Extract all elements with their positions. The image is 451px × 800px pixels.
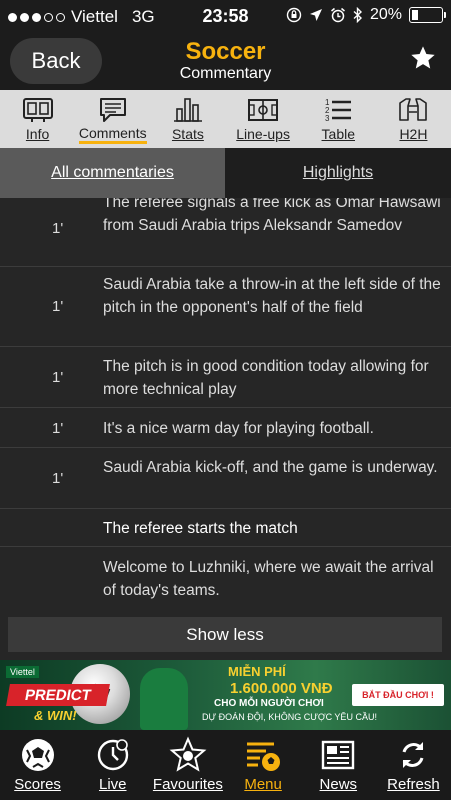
nav-live[interactable]: Live <box>75 730 150 800</box>
orientation-lock-icon <box>286 7 302 23</box>
ad-per-player: CHO MỖI NGƯỜI CHƠI <box>214 698 324 709</box>
commentary-filter: All commentaries Highlights <box>0 148 451 198</box>
nav-label: Scores <box>14 776 61 793</box>
status-bar: Viettel 3G 23:58 20% <box>0 0 451 32</box>
comment-text: The referee signals a free kick as Omar … <box>103 198 441 234</box>
all-commentaries-tab[interactable]: All commentaries <box>0 148 225 198</box>
list-item: 1' It's a nice warm day for playing foot… <box>0 408 451 448</box>
bluetooth-icon <box>353 7 362 23</box>
bottom-nav: Scores Live Favourites Menu News Refresh <box>0 730 451 800</box>
comment-text: Saudi Arabia kick-off, and the game is u… <box>103 459 438 476</box>
player-graphic <box>140 668 188 730</box>
tab-label: Info <box>25 126 50 142</box>
tab-label: Stats <box>171 126 204 142</box>
tab-info[interactable]: Info <box>0 90 75 148</box>
nav-label: Refresh <box>387 776 440 793</box>
list-item: The referee starts the match <box>0 509 451 547</box>
list-item: 1' Saudi Arabia kick-off, and the game i… <box>0 448 451 509</box>
jerseys-icon <box>399 98 428 121</box>
pitch-icon <box>248 99 279 121</box>
match-tabs: Info Comments Stats Line-ups 123 Table H… <box>0 90 451 148</box>
comment-text: Welcome to Luzhniki, where we await the … <box>103 559 434 599</box>
commentary-list[interactable]: 1' The referee signals a free kick as Om… <box>0 198 451 608</box>
nav-news[interactable]: News <box>301 730 376 800</box>
show-less-button[interactable]: Show less <box>8 617 442 652</box>
alarm-icon <box>330 7 345 23</box>
header: Back Soccer Commentary <box>0 32 451 90</box>
ad-free: MIỄN PHÍ <box>228 664 286 679</box>
nav-favourites[interactable]: Favourites <box>150 730 225 800</box>
list-item: 1' Saudi Arabia take a throw-in at the l… <box>0 267 451 347</box>
page-subtitle: Commentary <box>179 65 272 82</box>
live-ball-icon <box>97 739 128 771</box>
list-item: 1' The pitch is in good condition today … <box>0 347 451 408</box>
tab-comments[interactable]: Comments <box>75 90 150 148</box>
scoreboard-icon <box>22 98 53 122</box>
menu-ball-icon <box>247 742 281 771</box>
ad-guess: DỰ ĐOÁN ĐỘI, KHÔNG CƯỢC YÊU CẦU! <box>202 712 377 722</box>
soccer-ball-icon <box>21 739 54 771</box>
comment-minute: 1' <box>52 470 64 487</box>
ranked-list-icon: 123 <box>325 98 352 123</box>
comment-text: Saudi Arabia take a throw-in at the left… <box>103 276 441 316</box>
tab-lineups[interactable]: Line-ups <box>226 90 301 148</box>
list-item: Welcome to Luzhniki, where we await the … <box>0 547 451 608</box>
show-less-container: Show less <box>0 608 451 660</box>
comment-text: It's a nice warm day for playing footbal… <box>103 420 374 437</box>
tab-label: Table <box>321 126 355 142</box>
tab-stats[interactable]: Stats <box>150 90 225 148</box>
ad-banner[interactable]: Viettel PREDICT & WIN! MIỄN PHÍ 1.600.00… <box>0 660 451 730</box>
svg-text:3: 3 <box>325 114 330 123</box>
comment-minute: 1' <box>52 420 64 437</box>
tab-label: H2H <box>399 126 428 142</box>
comment-minute: 1' <box>52 220 64 237</box>
battery-icon <box>409 7 446 23</box>
nav-menu[interactable]: Menu <box>226 730 301 800</box>
ad-cta-button[interactable]: BẮT ĐẦU CHƠI ! <box>352 684 444 706</box>
tab-label: Comments <box>78 126 147 144</box>
status-right: 20% <box>286 6 446 24</box>
ad-win: & WIN! <box>34 708 77 723</box>
star-ball-icon <box>169 736 207 772</box>
location-arrow-icon <box>309 9 322 21</box>
favorite-button[interactable] <box>409 44 437 80</box>
battery-percent: 20% <box>369 6 402 23</box>
nav-label: News <box>319 776 358 793</box>
tab-h2h[interactable]: H2H <box>376 90 451 148</box>
newspaper-icon <box>322 740 355 770</box>
page-title: Soccer <box>185 38 266 65</box>
comment-minute: 1' <box>52 298 64 315</box>
tab-label: Line-ups <box>236 126 290 142</box>
nav-label: Favourites <box>152 776 223 793</box>
comment-text: The referee starts the match <box>103 520 298 537</box>
nav-label: Live <box>98 776 127 793</box>
tab-table[interactable]: 123 Table <box>301 90 376 148</box>
star-icon <box>411 46 435 69</box>
highlights-tab[interactable]: Highlights <box>225 148 451 198</box>
refresh-icon <box>402 742 424 768</box>
nav-label: Menu <box>244 776 282 793</box>
comment-text: The pitch is in good condition today all… <box>103 358 429 398</box>
ad-predict: PREDICT <box>6 684 110 706</box>
nav-scores[interactable]: Scores <box>0 730 75 800</box>
nav-refresh[interactable]: Refresh <box>376 730 451 800</box>
ad-amount: 1.600.000 VNĐ <box>230 680 333 697</box>
comment-minute: 1' <box>52 369 64 386</box>
bar-chart-icon <box>173 98 202 122</box>
list-item: 1' The referee signals a free kick as Om… <box>0 198 451 267</box>
comment-icon <box>99 98 126 122</box>
ad-brand: Viettel <box>6 666 39 678</box>
